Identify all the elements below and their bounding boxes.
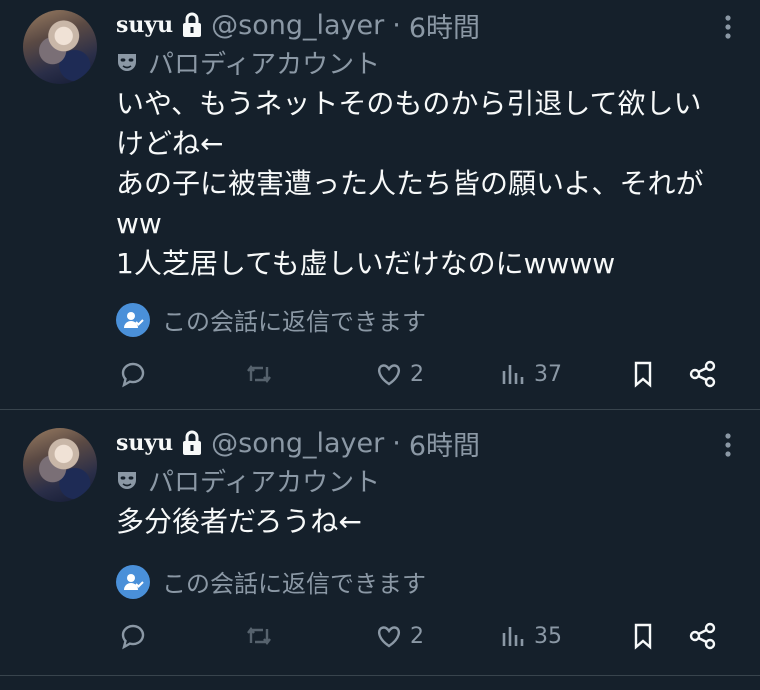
tweet-header: suyu @song_layer · 6時間 bbox=[116, 6, 740, 45]
view-count: 37 bbox=[534, 361, 562, 387]
parody-mask-icon bbox=[118, 472, 136, 489]
more-vertical-icon[interactable] bbox=[724, 432, 732, 458]
tweet[interactable]: suyu @song_layer · 6時間 パロディアカウント 多分後者だろう… bbox=[0, 410, 760, 676]
reply-restriction-note: この会話に返信できます bbox=[116, 564, 426, 599]
timestamp[interactable]: 6時間 bbox=[409, 6, 480, 45]
timestamp[interactable]: 6時間 bbox=[409, 424, 480, 463]
like-button[interactable]: 2 bbox=[374, 357, 424, 391]
user-check-badge-icon bbox=[116, 564, 150, 599]
parody-mask-icon bbox=[118, 54, 136, 71]
user-handle[interactable]: @song_layer bbox=[211, 10, 384, 41]
avatar[interactable] bbox=[23, 428, 97, 502]
display-name[interactable]: suyu bbox=[116, 430, 173, 456]
view-count: 35 bbox=[534, 623, 562, 649]
user-handle[interactable]: @song_layer bbox=[211, 428, 384, 459]
like-count: 2 bbox=[410, 361, 424, 387]
reply-restriction-text: この会話に返信できます bbox=[162, 570, 426, 598]
retweet-icon bbox=[247, 627, 271, 645]
reply-button[interactable] bbox=[118, 619, 148, 653]
lock-icon bbox=[183, 12, 202, 37]
reply-button[interactable] bbox=[118, 357, 148, 391]
share-icon bbox=[689, 360, 716, 388]
bookmark-icon bbox=[634, 623, 652, 650]
lock-icon bbox=[183, 430, 202, 455]
bookmark-icon bbox=[634, 361, 652, 388]
reply-restriction-note: この会話に返信できます bbox=[116, 302, 426, 337]
tweet-actions: 2 35 bbox=[116, 619, 740, 653]
parody-label-text: パロディアカウント bbox=[148, 467, 381, 498]
tweet-header: suyu @song_layer · 6時間 bbox=[116, 424, 740, 463]
more-vertical-icon[interactable] bbox=[724, 14, 732, 40]
views-icon bbox=[502, 627, 524, 646]
like-button[interactable]: 2 bbox=[374, 619, 424, 653]
share-button[interactable] bbox=[688, 619, 718, 653]
views-icon bbox=[502, 365, 524, 384]
views-button[interactable]: 37 bbox=[498, 357, 562, 391]
display-name[interactable]: suyu bbox=[116, 12, 173, 38]
views-button[interactable]: 35 bbox=[498, 619, 562, 653]
tweet[interactable]: suyu @song_layer · 6時間 パロディアカウント いや、もうネッ… bbox=[0, 0, 760, 410]
separator: · bbox=[392, 427, 401, 459]
reply-icon bbox=[121, 362, 145, 388]
bookmark-button[interactable] bbox=[628, 619, 658, 653]
parody-label-text: パロディアカウント bbox=[148, 49, 381, 80]
parody-label: パロディアカウント bbox=[116, 464, 381, 498]
user-check-badge-icon bbox=[116, 302, 150, 337]
bookmark-button[interactable] bbox=[628, 357, 658, 391]
share-icon bbox=[689, 622, 716, 650]
retweet-button[interactable] bbox=[244, 357, 274, 391]
like-count: 2 bbox=[410, 623, 424, 649]
heart-icon bbox=[378, 626, 400, 648]
tweet-actions: 2 37 bbox=[116, 357, 740, 391]
heart-icon bbox=[378, 364, 400, 386]
reply-restriction-text: この会話に返信できます bbox=[162, 308, 426, 336]
share-button[interactable] bbox=[688, 357, 718, 391]
tweet-text: 多分後者だろうね← bbox=[116, 505, 362, 538]
separator: · bbox=[392, 9, 401, 41]
reply-icon bbox=[121, 624, 145, 650]
tweet-text: いや、もうネットそのものから引退して欲しい けどね← あの子に被害遭った人たち皆… bbox=[116, 87, 704, 280]
retweet-icon bbox=[247, 365, 271, 383]
parody-label: パロディアカウント bbox=[116, 46, 381, 80]
avatar[interactable] bbox=[23, 10, 97, 84]
retweet-button[interactable] bbox=[244, 619, 274, 653]
